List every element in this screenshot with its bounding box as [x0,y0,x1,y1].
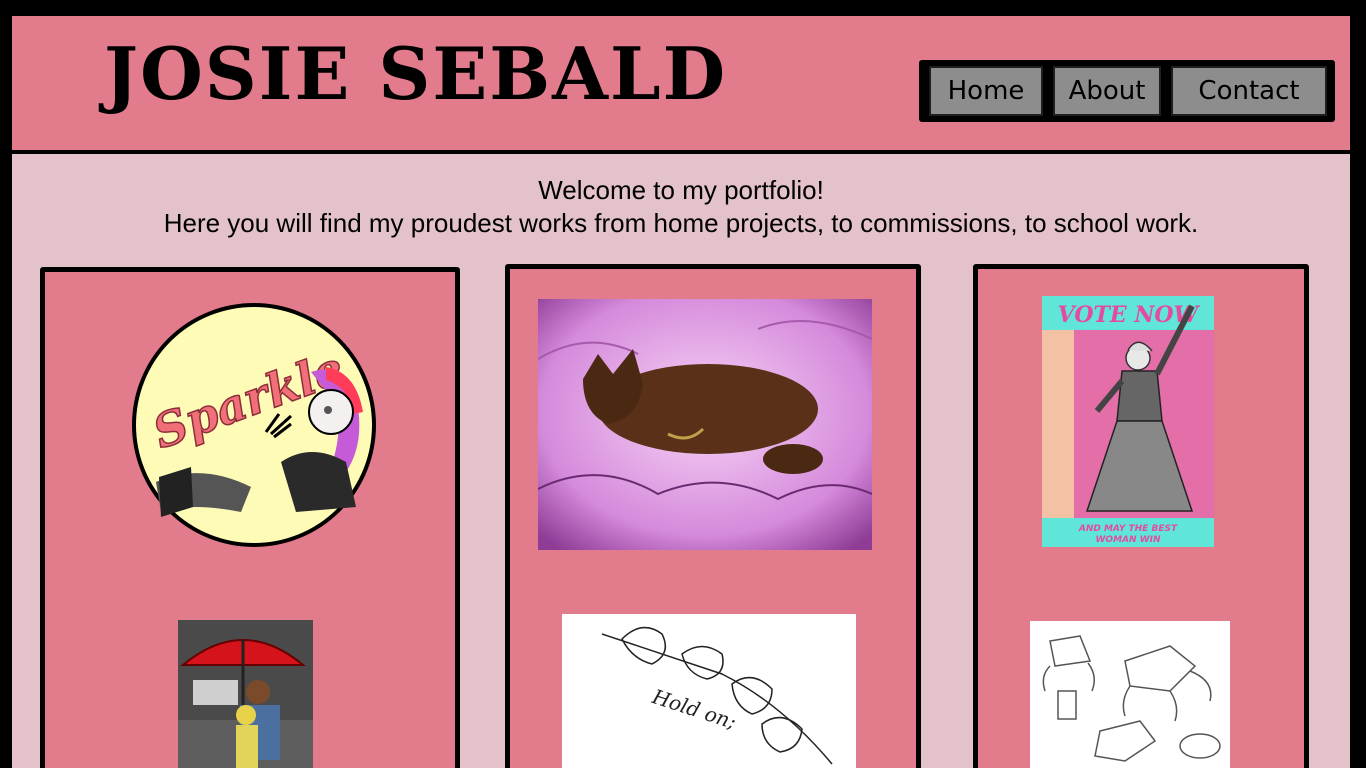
umbrella-couple-artwork[interactable] [178,620,313,768]
welcome-subtext: Here you will find my proudest works fro… [163,208,1199,238]
gallery-column-2: Hold on; [505,264,921,768]
gallery-column-3: VOTE NOW AND MAY THE BEST WOMAN WIN [973,264,1309,768]
flower-sketch-artwork[interactable]: Hold on; [562,614,856,768]
sleeping-cat-artwork[interactable] [538,299,872,550]
welcome-heading: Welcome to my portfolio! [538,175,824,205]
main-nav: Home About Contact [919,60,1335,122]
vote-poster-title: VOTE NOW [1058,302,1201,328]
sparkle-artwork[interactable]: Sparkle [131,302,377,548]
site-title: JOSIE SEBALD [104,31,728,116]
nav-about-button[interactable]: About [1053,66,1161,116]
nav-contact-button[interactable]: Contact [1171,66,1327,116]
vote-poster-subtitle-2: WOMAN WIN [1096,535,1161,545]
site-header: JOSIE SEBALD Home About Contact [12,16,1350,154]
gallery-column-1: Sparkle [40,267,460,768]
welcome-text: Welcome to my portfolio! Here you will f… [12,174,1350,240]
robot-sketch-artwork[interactable] [1030,621,1230,768]
vote-poster-subtitle-1: AND MAY THE BEST [1078,524,1178,534]
vote-now-poster-artwork[interactable]: VOTE NOW AND MAY THE BEST WOMAN WIN [1042,296,1214,547]
page-frame: JOSIE SEBALD Home About Contact Welcome … [12,16,1350,768]
nav-home-button[interactable]: Home [929,66,1043,116]
